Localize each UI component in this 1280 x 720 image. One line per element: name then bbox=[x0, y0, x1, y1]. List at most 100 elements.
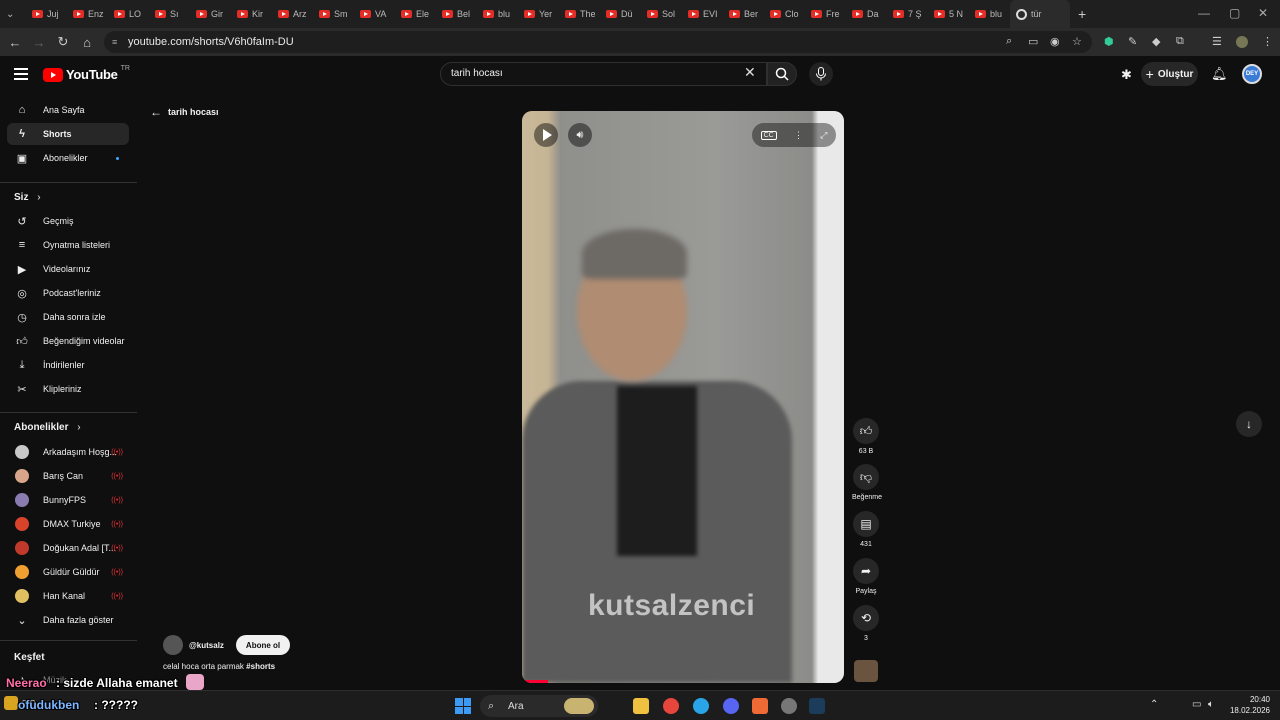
browser-tab[interactable]: blu bbox=[969, 0, 1010, 28]
browser-tab[interactable]: tür bbox=[1010, 0, 1070, 28]
browser-tab[interactable]: Bel bbox=[436, 0, 477, 28]
tab-search-icon[interactable]: ⌄ bbox=[6, 9, 26, 20]
sidebar-item[interactable]: ✂ Klipleriniz bbox=[7, 378, 129, 400]
diamond-extension-icon[interactable]: ◆ bbox=[1152, 35, 1160, 48]
extensions-puzzle-icon[interactable]: ⧉ bbox=[1176, 35, 1184, 48]
minimize-button[interactable]: — bbox=[1198, 6, 1210, 20]
notifications-bell-icon[interactable]: 🔔︎ bbox=[1211, 66, 1228, 82]
bookmark-star-icon[interactable]: ☆ bbox=[1072, 35, 1082, 48]
video-progress-bar[interactable] bbox=[522, 680, 548, 683]
sidebar-item[interactable]: ⤓ İndirilenler bbox=[7, 354, 129, 376]
browser-tab[interactable]: Kir bbox=[231, 0, 272, 28]
share-button[interactable]: ➦ Paylaş bbox=[852, 558, 880, 595]
sidebar-item[interactable]: DMAX Turkiye ((•)) bbox=[7, 513, 129, 535]
browser-tab[interactable]: blu bbox=[477, 0, 518, 28]
hashtag-link[interactable]: #shorts bbox=[246, 662, 275, 671]
file-explorer-icon[interactable] bbox=[633, 698, 649, 714]
search-input[interactable]: tarih hocası bbox=[440, 62, 767, 86]
sidebar-item[interactable]: ϟ Shorts bbox=[7, 123, 129, 145]
sidebar-item[interactable]: Doğukan Adal [T... ((•)) bbox=[7, 537, 129, 559]
voice-search-button[interactable] bbox=[809, 62, 833, 86]
sidebar-item[interactable]: 👍︎ Beğendiğim videolar bbox=[7, 330, 129, 352]
browser-tab[interactable]: LO bbox=[108, 0, 149, 28]
channel-handle[interactable]: @kutsalz bbox=[189, 641, 224, 650]
discord-icon[interactable] bbox=[723, 698, 739, 714]
sidebar-item[interactable]: ↺ Geçmiş bbox=[7, 210, 129, 232]
start-button[interactable] bbox=[455, 698, 471, 714]
browser-tab[interactable]: Arz bbox=[272, 0, 313, 28]
sidebar-item[interactable]: ◷ Daha sonra izle bbox=[7, 306, 129, 328]
you-section-heading[interactable]: Siz › bbox=[14, 192, 41, 203]
sidebar-item[interactable]: Güldür Güldür ((•)) bbox=[7, 561, 129, 583]
home-browser-icon[interactable]: ⌂ bbox=[75, 35, 99, 50]
new-tab-button[interactable]: + bbox=[1078, 6, 1086, 22]
browser-tab[interactable]: EVI bbox=[682, 0, 723, 28]
browser-tab[interactable]: 7 Ş bbox=[887, 0, 928, 28]
browser-tab[interactable]: The bbox=[559, 0, 600, 28]
browser-tab[interactable]: Yer bbox=[518, 0, 559, 28]
show-more-button[interactable]: ⌄ Daha fazla göster bbox=[7, 609, 129, 631]
edge-icon[interactable] bbox=[693, 698, 709, 714]
studio-sparkle-icon[interactable]: ✱ bbox=[1121, 67, 1132, 83]
reload-icon[interactable]: ↻ bbox=[51, 34, 75, 50]
clear-search-icon[interactable]: ✕ bbox=[744, 64, 756, 81]
more-options-icon[interactable]: ⋮ bbox=[794, 130, 803, 141]
next-video-button[interactable]: ↓ bbox=[1236, 411, 1262, 437]
system-clock[interactable]: 20:40 18.02.2026 bbox=[1230, 694, 1270, 716]
chrome-icon[interactable] bbox=[663, 698, 679, 714]
search-button[interactable] bbox=[767, 62, 797, 86]
sidebar-item[interactable]: ▶ Videolarınız bbox=[7, 258, 129, 280]
maximize-button[interactable]: ▢ bbox=[1229, 6, 1240, 20]
profile-avatar[interactable] bbox=[1236, 36, 1248, 48]
site-info-icon[interactable]: ≡ bbox=[112, 37, 117, 47]
brave-icon[interactable] bbox=[752, 698, 768, 714]
steam-icon[interactable] bbox=[809, 698, 825, 714]
comments-button[interactable]: ▤ 431 bbox=[852, 511, 880, 548]
browser-menu-icon[interactable]: ⋮ bbox=[1262, 35, 1273, 48]
tray-chevron-icon[interactable]: ⌃ bbox=[1150, 699, 1158, 710]
browser-tab[interactable]: Sol bbox=[641, 0, 682, 28]
hamburger-menu-icon[interactable] bbox=[14, 68, 28, 80]
captions-icon[interactable]: CC bbox=[760, 130, 777, 140]
shorts-video-player[interactable]: 🔊︎ CC ⋮ ⤢ kutsalzenci bbox=[522, 111, 844, 683]
browser-tab[interactable]: Da bbox=[846, 0, 887, 28]
browser-tab[interactable]: VA bbox=[354, 0, 395, 28]
sidebar-item[interactable]: ◎ Podcast'leriniz bbox=[7, 282, 129, 304]
browser-tab[interactable]: Clo bbox=[764, 0, 805, 28]
volume-tray-icon[interactable]: 🔈︎ bbox=[1208, 699, 1214, 710]
fullscreen-icon[interactable]: ⤢ bbox=[820, 130, 827, 141]
sidebar-item[interactable]: ▣ Abonelikler bbox=[7, 147, 129, 169]
create-button[interactable]: + Oluştur bbox=[1141, 62, 1198, 86]
zoom-icon[interactable]: ⌕ bbox=[1006, 35, 1012, 48]
extension-shield-icon[interactable]: ⬢ bbox=[1104, 35, 1114, 48]
account-avatar[interactable]: DEY bbox=[1242, 64, 1262, 84]
dislike-button[interactable]: 👎︎ Beğenme bbox=[852, 464, 882, 501]
browser-tab[interactable]: Gir bbox=[190, 0, 231, 28]
browser-tab[interactable]: Dü bbox=[600, 0, 641, 28]
sidebar-item[interactable]: Barış Can ((•)) bbox=[7, 465, 129, 487]
app-icon[interactable] bbox=[781, 698, 797, 714]
volume-button[interactable]: 🔊︎ bbox=[568, 123, 592, 147]
sidebar-item[interactable]: Arkadaşım Hoşg... ((•)) bbox=[7, 441, 129, 463]
play-button[interactable] bbox=[534, 123, 558, 147]
browser-tab[interactable]: 5 N bbox=[928, 0, 969, 28]
remix-button[interactable]: ⟲ 3 bbox=[852, 605, 880, 642]
browser-tab[interactable]: Ber bbox=[723, 0, 764, 28]
sidebar-item[interactable]: ≡ Oynatma listeleri bbox=[7, 234, 129, 256]
close-window-button[interactable]: ✕ bbox=[1258, 6, 1268, 20]
tracking-icon[interactable]: ◉ bbox=[1050, 35, 1060, 48]
youtube-logo[interactable]: YouTube TR bbox=[43, 65, 130, 82]
sidebar-item[interactable]: BunnyFPS ((•)) bbox=[7, 489, 129, 511]
sidebar-item[interactable]: Han Kanal ((•)) bbox=[7, 585, 129, 607]
back-arrow-icon[interactable]: ← bbox=[3, 35, 27, 50]
address-bar[interactable]: ≡ youtube.com/shorts/V6h0faIm-DU ⌕ ▭ ◉ ☆ bbox=[104, 31, 1092, 53]
cast-icon[interactable]: ▭ bbox=[1028, 35, 1038, 48]
subscribe-button[interactable]: Abone ol bbox=[235, 635, 291, 655]
reading-list-icon[interactable]: ☰ bbox=[1212, 35, 1222, 48]
browser-tab[interactable]: Sm bbox=[313, 0, 354, 28]
sound-thumbnail[interactable] bbox=[854, 660, 878, 682]
browser-tab[interactable]: Ele bbox=[395, 0, 436, 28]
browser-tab[interactable]: Juj bbox=[26, 0, 67, 28]
channel-avatar[interactable] bbox=[163, 635, 183, 655]
browser-tab[interactable]: Sı bbox=[149, 0, 190, 28]
